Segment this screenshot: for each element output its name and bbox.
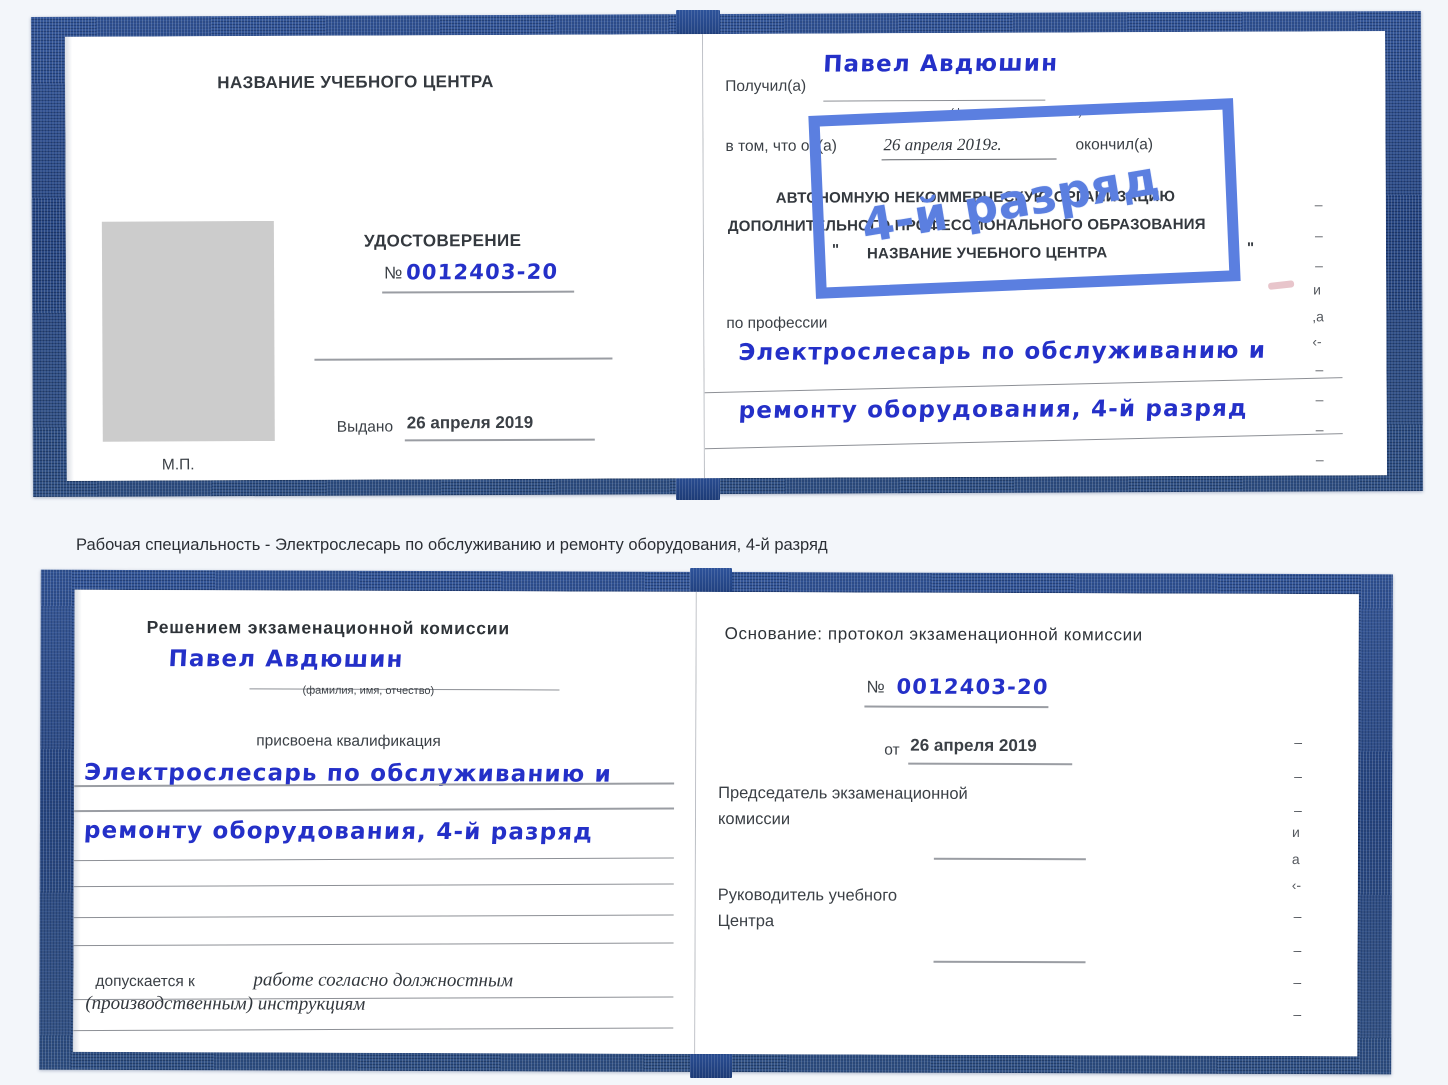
- certificate-bottom-right-page: Основание: протокол экзаменационной коми…: [695, 591, 1359, 1057]
- protocol-number-symbol: №: [866, 677, 885, 697]
- protocol-number-value: 0012403-20: [895, 674, 1050, 700]
- certificate-top-pages: НАЗВАНИЕ УЧЕБНОГО ЦЕНТРА УДОСТОВЕРЕНИЕ №…: [65, 31, 1387, 481]
- chairman-label-line-2: комиссии: [717, 810, 791, 829]
- certificate-top-left-page: НАЗВАНИЕ УЧЕБНОГО ЦЕНТРА УДОСТОВЕРЕНИЕ №…: [65, 34, 705, 481]
- basis-label: Основание: протокол экзаменационной коми…: [724, 624, 1143, 645]
- head-signature-rule: [933, 960, 1086, 964]
- completion-date-value: 26 апреля 2019г.: [883, 134, 1002, 155]
- training-center-heading: НАЗВАНИЕ УЧЕБНОГО ЦЕНТРА: [217, 72, 494, 93]
- edge-fragment-9: –: [1315, 421, 1324, 438]
- edge-fragment-7: –: [1315, 361, 1324, 378]
- edge-fragment-b1: –: [1294, 734, 1303, 751]
- screenshot-root: НАЗВАНИЕ УЧЕБНОГО ЦЕНТРА УДОСТОВЕРЕНИЕ №…: [0, 0, 1448, 1085]
- fio-hint-top: (фамилия, имя, отчество): [950, 106, 1083, 120]
- from-label: от: [884, 741, 900, 759]
- certificate-bottom-pages: Решением экзаменационной комиссии Павел …: [73, 589, 1359, 1057]
- edge-fragment-b7: –: [1293, 908, 1302, 925]
- qualification-rule-3: [73, 857, 674, 862]
- organization-quote-close: ": [1246, 239, 1255, 257]
- received-label: Получил(а): [725, 77, 807, 96]
- page-edge-shadow-bottom: [73, 589, 82, 1052]
- edge-fragment-b8: –: [1293, 942, 1302, 959]
- edge-fragment-b3: –: [1294, 802, 1302, 819]
- seal-label: М.П.: [161, 456, 195, 474]
- profession-rule-2: [704, 433, 1343, 450]
- image-caption: Рабочая специальность - Электрослесарь п…: [76, 536, 828, 554]
- certificate-top-right-page: Получил(а) Павел Авдюшин (фамилия, имя, …: [703, 31, 1387, 479]
- document-type-label: УДОСТОВЕРЕНИЕ: [363, 230, 522, 251]
- edge-fragment-8: –: [1315, 391, 1324, 408]
- edge-fragment-b4: и: [1291, 824, 1300, 841]
- protocol-number-rule: [864, 705, 1049, 709]
- chairman-label-line-1: Председатель экзаменационной: [718, 784, 968, 803]
- issued-label: Выдано: [336, 418, 394, 436]
- blank-rule-middle: [314, 357, 613, 361]
- edge-fragment-b9: –: [1293, 974, 1302, 991]
- page-edge-shadow: [65, 36, 74, 481]
- commission-name-value: Павел Авдюшин: [167, 646, 405, 673]
- certificate-bottom-left-page: Решением экзаменационной комиссии Павел …: [73, 589, 697, 1054]
- received-name-rule: [823, 99, 1046, 102]
- from-date-rule: [908, 762, 1073, 766]
- head-label-line-1: Руководитель учебного: [717, 886, 898, 905]
- allowed-rule-2: [73, 1027, 674, 1032]
- completion-date-rule: [881, 158, 1057, 161]
- chairman-signature-rule: [933, 857, 1086, 861]
- edge-fragment-1: –: [1314, 196, 1323, 213]
- edge-fragment-10: –: [1315, 451, 1324, 468]
- edge-fragment-4: и: [1313, 281, 1322, 298]
- that-he-label: в том, что он(а): [725, 137, 837, 156]
- commission-decision-heading: Решением экзаменационной комиссии: [146, 617, 510, 639]
- edge-fragment-b2: –: [1294, 768, 1302, 785]
- edge-fragment-5: ,а: [1312, 308, 1324, 325]
- pink-smudge: [1267, 280, 1295, 290]
- number-symbol: №: [384, 263, 403, 283]
- qualification-rule-2: [74, 807, 675, 813]
- profession-label: по профессии: [726, 314, 828, 332]
- organization-quote-open: ": [831, 241, 840, 259]
- edge-fragment-6: ‹-: [1312, 333, 1322, 350]
- from-date-value: 26 апреля 2019: [910, 735, 1037, 756]
- profession-handwritten-line-2: ремонту оборудования, 4-й разряд: [738, 395, 1249, 424]
- edge-fragment-b10: –: [1293, 1006, 1302, 1023]
- blank-rule-3: [73, 942, 674, 947]
- certificate-number-value: 0012403-20: [405, 259, 559, 285]
- received-name-value: Павел Авдюшин: [822, 50, 1059, 78]
- allowed-value-line-2: (производственным) инструкциям: [85, 992, 366, 1015]
- issued-date-rule: [404, 438, 595, 442]
- photo-placeholder: [101, 220, 275, 442]
- profession-rule-1: [704, 377, 1343, 394]
- head-label-line-2: Центра: [717, 912, 775, 931]
- qualification-handwritten-line-2: ремонту оборудования, 4-й разряд: [83, 817, 594, 846]
- allowed-value-line-1: работе согласно должностным: [253, 969, 514, 992]
- edge-fragment-b6: ‹-: [1291, 877, 1302, 894]
- certificate-number-rule: [382, 290, 575, 294]
- blank-rule-1: [73, 883, 674, 888]
- fio-hint-bottom: (фамилия, имя, отчество): [302, 684, 435, 698]
- edge-fragment-3: –: [1315, 257, 1323, 274]
- edge-fragment-2: –: [1314, 227, 1323, 244]
- profession-handwritten-line-1: Электрослесарь по обслуживанию и: [737, 337, 1267, 366]
- blank-rule-2: [73, 914, 674, 919]
- issued-date-value: 26 апреля 2019: [406, 412, 534, 433]
- edge-fragment-b5: а: [1291, 851, 1300, 868]
- allowed-label: допускается к: [95, 972, 195, 991]
- qualification-label: присвоена квалификация: [256, 732, 441, 751]
